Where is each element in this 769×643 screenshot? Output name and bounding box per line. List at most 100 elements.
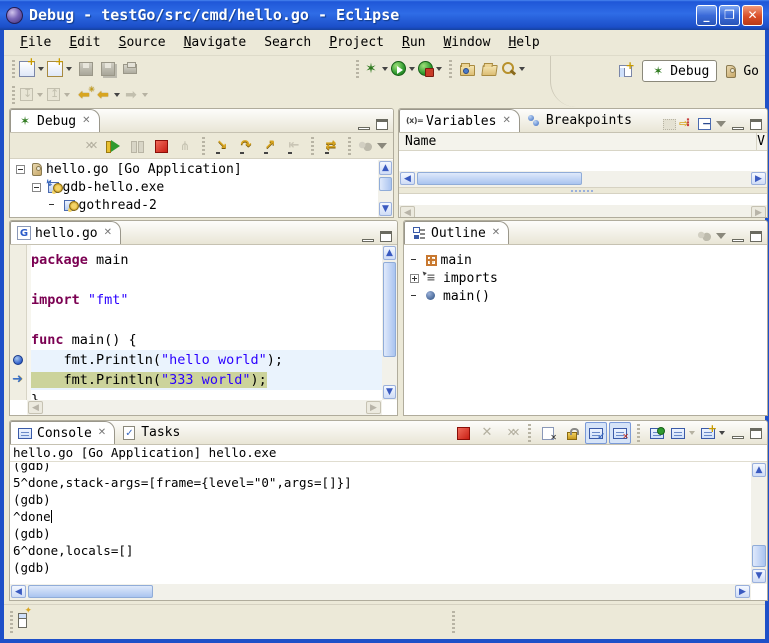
console-line[interactable]: (gdb) (10, 491, 751, 508)
minimize-editor-button[interactable] (362, 239, 374, 242)
step-into-button[interactable]: ↘ (211, 135, 233, 157)
new-project-button[interactable] (47, 58, 75, 80)
menu-run[interactable]: Run (394, 32, 433, 53)
drop-to-frame-button[interactable]: ⇤ (283, 135, 305, 157)
next-annotation-button[interactable] (19, 84, 46, 106)
perspective-debug-button[interactable]: Debug (642, 60, 717, 82)
tab-hello-go[interactable]: G hello.go ✕ (10, 221, 121, 244)
variables-table-empty[interactable] (399, 151, 767, 171)
console-output[interactable]: (gdb)5^done,stack-args=[frame={level="0"… (10, 463, 751, 584)
code-line[interactable]: import "fmt" (31, 290, 382, 310)
tree-item-label[interactable]: main() (443, 289, 490, 304)
tree-row[interactable]: gdb-hello.exe (10, 178, 378, 196)
close-tab-icon[interactable]: ✕ (104, 227, 112, 239)
maximize-button[interactable]: ❒ (719, 5, 740, 26)
variables-column-header[interactable]: Name V (399, 133, 767, 151)
scroll-up-icon[interactable]: ▲ (752, 463, 766, 477)
details-pane-sash[interactable] (399, 187, 767, 194)
dropdown-icon[interactable] (38, 67, 44, 71)
code-line[interactable] (31, 270, 382, 290)
tree-item-label[interactable]: gothread-2 (79, 198, 157, 213)
tab-console[interactable]: Console ✕ (10, 421, 115, 444)
maximize-view-button[interactable] (750, 119, 762, 130)
maximize-view-button[interactable] (376, 119, 388, 130)
console-line[interactable]: ^done (10, 508, 751, 525)
tab-debug[interactable]: Debug ✕ (10, 109, 100, 132)
print-button[interactable] (119, 58, 141, 80)
expander-icon[interactable] (16, 165, 25, 174)
minimize-button[interactable]: _ (696, 5, 717, 26)
scroll-thumb[interactable] (383, 262, 396, 357)
fast-view-icon[interactable] (18, 613, 27, 628)
menu-project[interactable]: Project (321, 32, 392, 53)
variables-detail-pane[interactable] (399, 194, 767, 205)
pin-console-button[interactable] (646, 422, 668, 444)
menu-edit[interactable]: Edit (61, 32, 108, 53)
save-button[interactable] (75, 58, 97, 80)
save-all-button[interactable] (97, 58, 119, 80)
debug-button[interactable] (363, 58, 391, 80)
console-line[interactable]: (gdb) (10, 463, 751, 474)
expander-icon[interactable] (32, 183, 41, 192)
scroll-down-icon[interactable]: ▼ (752, 569, 766, 583)
maximize-editor-button[interactable] (380, 231, 392, 242)
menu-navigate[interactable]: Navigate (176, 32, 255, 53)
code-line[interactable]: fmt.Println("333 world"); (31, 370, 382, 390)
step-return-button[interactable]: ↗ (259, 135, 281, 157)
minimize-view-button[interactable] (358, 127, 370, 130)
close-tab-icon[interactable]: ✕ (492, 227, 500, 239)
run-button[interactable] (391, 58, 418, 80)
scroll-down-icon[interactable]: ▼ (379, 202, 392, 216)
remove-launch-button[interactable] (476, 422, 498, 444)
column-value[interactable]: V (757, 134, 765, 149)
scroll-lock-button[interactable] (561, 422, 583, 444)
dropdown-icon[interactable] (436, 67, 442, 71)
editor-vertical-scrollbar[interactable]: ▲ ▼ (382, 245, 397, 400)
external-tools-button[interactable] (418, 58, 445, 80)
scroll-left-icon[interactable]: ◀ (11, 585, 26, 598)
scroll-thumb[interactable] (379, 177, 392, 191)
collapse-all-icon[interactable] (698, 118, 711, 130)
close-button[interactable]: ✕ (742, 5, 763, 26)
details-horizontal-scrollbar[interactable]: ◀ ▶ (399, 205, 767, 218)
menu-window[interactable]: Window (435, 32, 498, 53)
tree-row[interactable]: gothread-2 (10, 196, 378, 214)
menu-help[interactable]: Help (500, 32, 547, 53)
perspective-go-button[interactable]: Go (723, 64, 759, 79)
show-stderr-button[interactable] (609, 422, 631, 444)
last-edit-location-button[interactable]: ⬅ (73, 84, 95, 106)
view-menu-icon[interactable] (716, 121, 726, 127)
scroll-down-icon[interactable]: ▼ (383, 385, 396, 399)
search-button[interactable] (500, 58, 528, 80)
menu-source[interactable]: Source (111, 32, 174, 53)
maximize-view-button[interactable] (750, 231, 762, 242)
scroll-right-icon[interactable]: ▶ (751, 172, 766, 185)
minimize-view-button[interactable] (732, 127, 744, 130)
remove-terminated-button[interactable] (78, 135, 100, 157)
dropdown-icon[interactable] (114, 93, 120, 97)
dropdown-icon[interactable] (519, 67, 525, 71)
new-wizard-button[interactable] (19, 58, 47, 80)
display-console-button[interactable] (670, 422, 698, 444)
scroll-thumb[interactable] (752, 545, 766, 567)
breakpoint-icon[interactable] (12, 350, 25, 370)
dropdown-icon[interactable] (409, 67, 415, 71)
scroll-up-icon[interactable]: ▲ (379, 161, 392, 175)
code-area[interactable]: package mainimport "fmt"func main() { fm… (31, 245, 382, 400)
debug-vertical-scrollbar[interactable]: ▲ ▼ (378, 160, 393, 217)
console-horizontal-scrollbar[interactable]: ◀ ▶ (10, 584, 751, 600)
editor-horizontal-scrollbar[interactable]: ◀ ▶ (27, 400, 382, 415)
tree-item-label[interactable]: imports (443, 271, 498, 286)
title-bar[interactable]: Debug - testGo/src/cmd/hello.go - Eclips… (0, 0, 769, 30)
show-type-names-icon[interactable] (663, 119, 676, 130)
close-tab-icon[interactable]: ✕ (98, 427, 106, 439)
open-console-button[interactable] (700, 422, 728, 444)
console-line[interactable]: (gdb) (10, 559, 751, 576)
disconnect-button[interactable] (174, 135, 196, 157)
remove-all-launches-button[interactable] (500, 422, 522, 444)
forward-button[interactable]: ➡ (123, 84, 151, 106)
maximize-view-button[interactable] (750, 428, 762, 439)
tree-item-label[interactable]: gdb-hello.exe (63, 180, 165, 195)
code-line[interactable]: fmt.Println("hello world"); (31, 350, 382, 370)
menu-search[interactable]: Search (256, 32, 319, 53)
